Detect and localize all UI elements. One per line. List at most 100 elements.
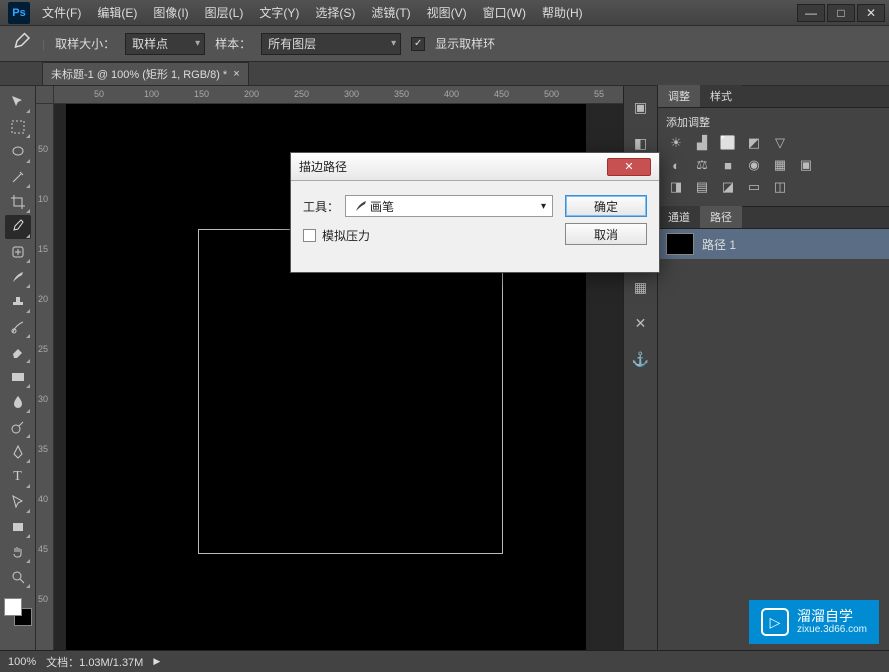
adjustments-panel: 添加调整 ☀ ▟ ⬜ ◩ ▽ ◐ ⚖ ■ ◉ ▦ ▣ ◨ ▤ ◪ ▭ ◫: [658, 108, 889, 206]
brightness-icon[interactable]: ☀: [666, 134, 686, 152]
watermark-url: zixue.3d66.com: [797, 624, 867, 635]
tab-adjustments[interactable]: 调整: [658, 85, 700, 107]
ruler-vertical: 50101520253035404550: [36, 104, 54, 650]
eraser-tool[interactable]: [5, 340, 31, 364]
zoom-level[interactable]: 100%: [8, 656, 36, 668]
selective-icon[interactable]: ◫: [770, 178, 790, 196]
brush-tool[interactable]: [5, 265, 31, 289]
document-tab-title: 未标题-1 @ 100% (矩形 1, RGB/8) *: [51, 66, 227, 82]
photo-filter-icon[interactable]: ◉: [744, 156, 764, 174]
cancel-button[interactable]: 取消: [565, 223, 647, 245]
show-ring-label: 显示取样环: [435, 35, 495, 52]
toolbox: T: [0, 86, 36, 650]
vibrance-icon[interactable]: ▽: [770, 134, 790, 152]
hand-tool[interactable]: [5, 540, 31, 564]
dialog-close-button[interactable]: ✕: [607, 158, 651, 176]
bw-icon[interactable]: ■: [718, 156, 738, 174]
balance-icon[interactable]: ⚖: [692, 156, 712, 174]
menu-file[interactable]: 文件(F): [36, 0, 87, 25]
eyedropper-tool[interactable]: [5, 215, 31, 239]
sample-dropdown[interactable]: 所有图层: [261, 33, 401, 55]
pen-tool[interactable]: [5, 440, 31, 464]
add-adjustment-label: 添加调整: [666, 114, 881, 130]
menu-type[interactable]: 文字(Y): [253, 0, 305, 25]
document-tab[interactable]: 未标题-1 @ 100% (矩形 1, RGB/8) * ×: [42, 62, 249, 85]
close-button[interactable]: ✕: [857, 4, 885, 22]
zoom-tool[interactable]: [5, 565, 31, 589]
menu-image[interactable]: 图像(I): [147, 0, 194, 25]
hue-icon[interactable]: ◐: [666, 156, 686, 174]
healing-tool[interactable]: [5, 240, 31, 264]
dialog-title: 描边路径: [299, 158, 347, 175]
swatches-icon[interactable]: ▦: [628, 274, 654, 300]
dodge-tool[interactable]: [5, 415, 31, 439]
foreground-color[interactable]: [4, 598, 22, 616]
tools-icon[interactable]: ✕: [628, 310, 654, 336]
gradient-map-icon[interactable]: ▭: [744, 178, 764, 196]
paths-panel-tabs: 通道 路径: [658, 207, 889, 229]
blur-tool[interactable]: [5, 390, 31, 414]
watermark-text: 溜溜自学: [797, 609, 867, 624]
posterize-icon[interactable]: ▤: [692, 178, 712, 196]
minimize-button[interactable]: —: [797, 4, 825, 22]
stamp-tool[interactable]: [5, 290, 31, 314]
invert-icon[interactable]: ◨: [666, 178, 686, 196]
menu-view[interactable]: 视图(V): [421, 0, 473, 25]
adjust-panel-tabs: 调整 样式: [658, 86, 889, 108]
mixer-icon[interactable]: ▦: [770, 156, 790, 174]
shape-rectangle[interactable]: [198, 229, 503, 554]
ok-button[interactable]: 确定: [565, 195, 647, 217]
levels-icon[interactable]: ▟: [692, 134, 712, 152]
gradient-tool[interactable]: [5, 365, 31, 389]
curves-icon[interactable]: ⬜: [718, 134, 738, 152]
type-tool[interactable]: T: [5, 465, 31, 489]
close-tab-icon[interactable]: ×: [233, 68, 239, 80]
ruler-corner: [36, 86, 54, 104]
menu-window[interactable]: 窗口(W): [477, 0, 532, 25]
titlebar: Ps 文件(F) 编辑(E) 图像(I) 图层(L) 文字(Y) 选择(S) 滤…: [0, 0, 889, 26]
move-tool[interactable]: [5, 90, 31, 114]
sample-size-dropdown[interactable]: 取样点: [125, 33, 205, 55]
marquee-tool[interactable]: [5, 115, 31, 139]
color-swatches[interactable]: [4, 598, 32, 626]
exposure-icon[interactable]: ◩: [744, 134, 764, 152]
path-item[interactable]: 路径 1: [658, 229, 889, 259]
simulate-pressure-label: 模拟压力: [322, 227, 370, 244]
document-tabs: 未标题-1 @ 100% (矩形 1, RGB/8) * ×: [0, 62, 889, 86]
maximize-button[interactable]: □: [827, 4, 855, 22]
history-brush-tool[interactable]: [5, 315, 31, 339]
panel-spacer: [658, 259, 889, 650]
right-panels: 调整 样式 添加调整 ☀ ▟ ⬜ ◩ ▽ ◐ ⚖ ■ ◉ ▦ ▣ ◨ ▤: [657, 86, 889, 650]
watermark-logo: ▷: [761, 608, 789, 636]
menu-help[interactable]: 帮助(H): [536, 0, 589, 25]
doc-info[interactable]: 文档：1.03M/1.37M: [46, 654, 143, 670]
dialog-titlebar[interactable]: 描边路径 ✕: [291, 153, 659, 181]
navigator-icon[interactable]: ⚓: [628, 346, 654, 372]
tab-channels[interactable]: 通道: [658, 206, 700, 228]
menu-filter[interactable]: 滤镜(T): [365, 0, 416, 25]
ruler-horizontal: 5010015020025030035040045050055: [54, 86, 623, 104]
threshold-icon[interactable]: ◪: [718, 178, 738, 196]
show-ring-checkbox[interactable]: ✓: [411, 37, 425, 51]
history-icon[interactable]: ▣: [628, 94, 654, 120]
menu-edit[interactable]: 编辑(E): [91, 0, 143, 25]
app-logo: Ps: [8, 2, 30, 24]
path-item-label: 路径 1: [702, 236, 736, 253]
brush-icon: [352, 198, 370, 214]
rectangle-tool[interactable]: [5, 515, 31, 539]
watermark: ▷ 溜溜自学 zixue.3d66.com: [749, 600, 879, 644]
simulate-pressure-checkbox[interactable]: [303, 229, 316, 242]
magic-wand-tool[interactable]: [5, 165, 31, 189]
lookup-icon[interactable]: ▣: [796, 156, 816, 174]
menu-layer[interactable]: 图层(L): [199, 0, 250, 25]
tab-paths[interactable]: 路径: [700, 206, 742, 228]
tab-styles[interactable]: 样式: [700, 85, 742, 107]
tool-select[interactable]: 画笔: [345, 195, 553, 217]
menubar: 文件(F) 编辑(E) 图像(I) 图层(L) 文字(Y) 选择(S) 滤镜(T…: [36, 0, 797, 25]
crop-tool[interactable]: [5, 190, 31, 214]
path-select-tool[interactable]: [5, 490, 31, 514]
sample-label: 样本：: [215, 35, 251, 52]
menu-select[interactable]: 选择(S): [309, 0, 361, 25]
sample-size-label: 取样大小：: [55, 35, 115, 52]
lasso-tool[interactable]: [5, 140, 31, 164]
